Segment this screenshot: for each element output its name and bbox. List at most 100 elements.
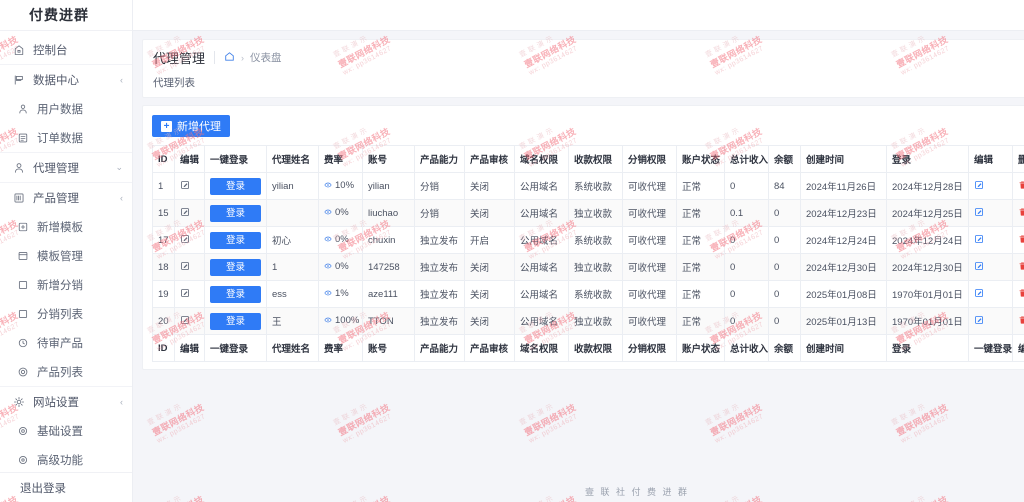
cell-account: liuchao bbox=[362, 199, 415, 227]
delete-action-cell[interactable] bbox=[1012, 226, 1024, 254]
sidebar-item-模板管理[interactable]: 模板管理 bbox=[0, 241, 132, 270]
cell-state: 正常 bbox=[676, 226, 725, 254]
rate-value: 0% bbox=[324, 261, 349, 272]
delete-action-cell[interactable] bbox=[1012, 253, 1024, 281]
cell-domain: 公用域名 bbox=[514, 307, 569, 335]
cell-id: 20 bbox=[152, 307, 175, 335]
sidebar-item-label: 代理管理 bbox=[33, 162, 79, 175]
delete-action-cell[interactable] bbox=[1012, 199, 1024, 227]
add-agent-button[interactable]: + 新增代理 bbox=[152, 115, 230, 137]
sidebar-item-待审产品[interactable]: 待审产品 bbox=[0, 328, 132, 357]
table-footer-cell: 收款权限 bbox=[568, 334, 623, 362]
one-click-login-cell[interactable]: 登录 bbox=[204, 199, 267, 227]
one-click-login-button[interactable]: 登录 bbox=[210, 258, 261, 276]
eye-icon bbox=[324, 262, 332, 272]
edit-icon[interactable] bbox=[974, 288, 984, 298]
chevron-left-icon: ‹ bbox=[120, 192, 123, 203]
edit-icon[interactable] bbox=[180, 180, 190, 190]
edit-icon[interactable] bbox=[180, 261, 190, 271]
edit-icon[interactable] bbox=[180, 288, 190, 298]
table-row[interactable]: 1 登录 yilian 10% yilian 分销 关闭 公用域名 系统收款 可收代理 正常 0 84 2… bbox=[152, 172, 1024, 200]
one-click-login-button[interactable]: 登录 bbox=[210, 204, 261, 222]
chevron-left-icon: ‹ bbox=[120, 74, 123, 85]
sidebar-item-产品管理[interactable]: 产品管理 ‹ bbox=[0, 183, 132, 212]
cell-state: 正常 bbox=[676, 253, 725, 281]
edit-action-cell[interactable] bbox=[968, 172, 1013, 200]
edit-icon[interactable] bbox=[974, 315, 984, 325]
sidebar-item-网站设置[interactable]: 网站设置 ‹ bbox=[0, 387, 132, 416]
edit-action-cell[interactable] bbox=[968, 280, 1013, 308]
edit-action-cell[interactable] bbox=[968, 226, 1013, 254]
edit-icon[interactable] bbox=[974, 261, 984, 271]
trash-icon[interactable] bbox=[1018, 288, 1024, 298]
table-header-cell: 创建时间 bbox=[800, 145, 887, 173]
table-row[interactable]: 20 登录王 100% TTON 独立发布 关闭 公用域名 独立收款 可收代理 正常 0 0 2025年… bbox=[152, 307, 1024, 335]
cell-audit: 关闭 bbox=[464, 199, 515, 227]
table-row[interactable]: 18 登录 1 0% 147258 独立发布 关闭 公用域名 独立收款 可收代理 正常 0 0 2024年… bbox=[152, 253, 1024, 281]
table-head: ID 编辑 一键登录 代理姓名 费率 账号 产品能力 产品审核 域名权限 收款权限 分销权限 账户状态… bbox=[152, 145, 1024, 173]
sidebar-item-高级功能[interactable]: 高级功能 bbox=[0, 445, 132, 472]
edit-row-icon-cell[interactable] bbox=[174, 253, 205, 281]
sidebar-item-label: 模板管理 bbox=[37, 250, 83, 263]
delete-action-cell[interactable] bbox=[1012, 280, 1024, 308]
edit-icon[interactable] bbox=[180, 207, 190, 217]
sidebar-item-新增模板[interactable]: 新增模板 bbox=[0, 212, 132, 241]
one-click-login-button[interactable]: 登录 bbox=[210, 312, 261, 330]
one-click-login-cell[interactable]: 登录 bbox=[204, 172, 267, 200]
one-click-login-cell[interactable]: 登录 bbox=[204, 307, 267, 335]
one-click-login-button[interactable]: 登录 bbox=[210, 231, 261, 249]
edit-row-icon-cell[interactable] bbox=[174, 172, 205, 200]
sidebar-item-新增分销[interactable]: 新增分销 bbox=[0, 270, 132, 299]
sidebar-item-代理管理[interactable]: 代理管理 ⌄ bbox=[0, 153, 132, 182]
edit-icon[interactable] bbox=[974, 180, 984, 190]
one-click-login-button[interactable]: 登录 bbox=[210, 177, 261, 195]
edit-icon[interactable] bbox=[180, 315, 190, 325]
sidebar-item-控制台[interactable]: 控制台 bbox=[0, 35, 132, 64]
trash-icon[interactable] bbox=[1018, 261, 1024, 271]
edit-icon[interactable] bbox=[974, 207, 984, 217]
table-row[interactable]: 17 登录 初心 0% chuxin 独立发布 开启 公用域名 系统收款 可收代理 正常 0 0 2024… bbox=[152, 226, 1024, 254]
one-click-login-cell[interactable]: 登录 bbox=[204, 253, 267, 281]
add-template-icon bbox=[16, 220, 29, 233]
edit-row-icon-cell[interactable] bbox=[174, 307, 205, 335]
breadcrumb-item-dashboard[interactable]: 仪表盘 bbox=[250, 50, 282, 65]
cell-capability: 独立发布 bbox=[414, 307, 465, 335]
cell-name bbox=[266, 199, 319, 227]
sidebar-item-产品列表[interactable]: 产品列表 bbox=[0, 357, 132, 386]
sidebar-item-label: 新增模板 bbox=[37, 221, 83, 234]
gear-icon bbox=[12, 395, 25, 408]
trash-icon[interactable] bbox=[1018, 234, 1024, 244]
one-click-login-cell[interactable]: 登录 bbox=[204, 280, 267, 308]
edit-icon[interactable] bbox=[974, 234, 984, 244]
edit-row-icon-cell[interactable] bbox=[174, 280, 205, 308]
sidebar-item-分销列表[interactable]: 分销列表 bbox=[0, 299, 132, 328]
table-header-cell: 一键登录 bbox=[204, 145, 267, 173]
edit-action-cell[interactable] bbox=[968, 199, 1013, 227]
home-icon[interactable] bbox=[224, 51, 235, 65]
trash-icon[interactable] bbox=[1018, 315, 1024, 325]
trash-icon[interactable] bbox=[1018, 180, 1024, 190]
edit-row-icon-cell[interactable] bbox=[174, 226, 205, 254]
delete-action-cell[interactable] bbox=[1012, 307, 1024, 335]
table-row[interactable]: 19 登录 ess 1% aze111 独立发布 关闭 公用域名 系统收款 可收代理 正常 0 0 202… bbox=[152, 280, 1024, 308]
table-row[interactable]: 15 登录 0% liuchao 分销 关闭 公用域名 独立收款 可收代理 正常 0.1 0 2024年… bbox=[152, 199, 1024, 227]
sidebar-item-基础设置[interactable]: 基础设置 bbox=[0, 416, 132, 445]
sidebar-item-订单数据[interactable]: 订单数据 bbox=[0, 123, 132, 152]
one-click-login-button[interactable]: 登录 bbox=[210, 285, 261, 303]
table-footer-cell: 代理姓名 bbox=[266, 334, 319, 362]
edit-icon[interactable] bbox=[180, 234, 190, 244]
cell-balance: 0 bbox=[768, 226, 801, 254]
one-click-login-cell[interactable]: 登录 bbox=[204, 226, 267, 254]
eye-icon bbox=[324, 208, 332, 218]
edit-action-cell[interactable] bbox=[968, 307, 1013, 335]
edit-action-cell[interactable] bbox=[968, 253, 1013, 281]
sidebar-item-用户数据[interactable]: 用户数据 bbox=[0, 94, 132, 123]
delete-action-cell[interactable] bbox=[1012, 172, 1024, 200]
sidebar-item-logout[interactable]: 退出登录 bbox=[0, 472, 132, 502]
edit-row-icon-cell[interactable] bbox=[174, 199, 205, 227]
cell-login_time: 2024年12月30日 bbox=[886, 253, 969, 281]
trash-icon[interactable] bbox=[1018, 207, 1024, 217]
sidebar-item-数据中心[interactable]: 数据中心 ‹ bbox=[0, 65, 132, 94]
cell-balance: 0 bbox=[768, 199, 801, 227]
table-scroll-container[interactable]: ID 编辑 一键登录 代理姓名 费率 账号 产品能力 产品审核 域名权限 收款权限 分销权限 账户状态… bbox=[152, 145, 1024, 362]
